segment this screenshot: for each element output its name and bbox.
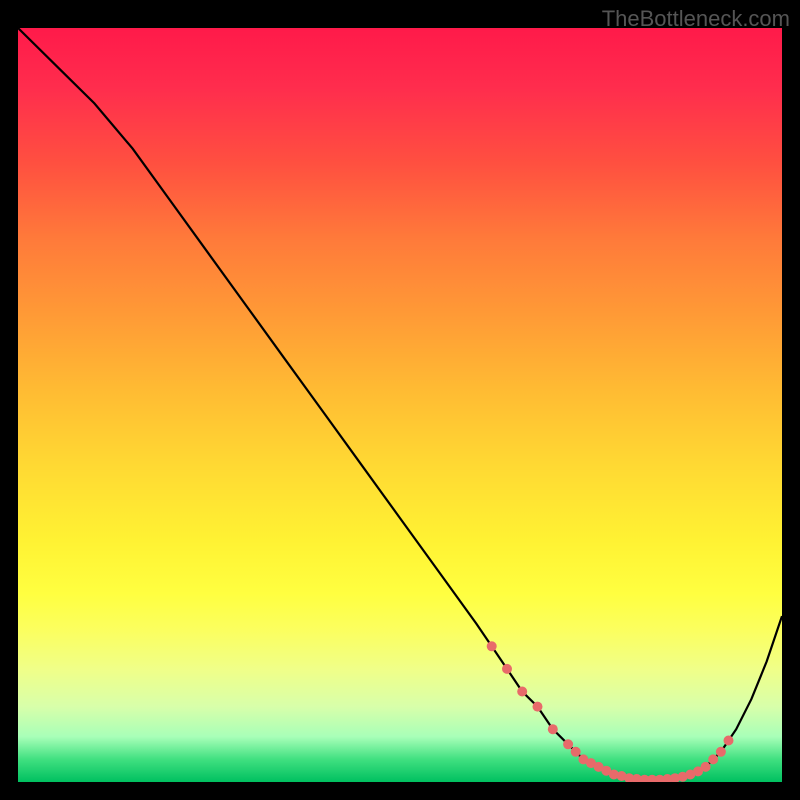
marker-point [724, 736, 734, 746]
plot-area [18, 28, 782, 782]
marker-point [708, 754, 718, 764]
marker-point [487, 641, 497, 651]
marker-point [517, 687, 527, 697]
chart-curve [18, 28, 782, 780]
marker-point [716, 747, 726, 757]
marker-point [502, 664, 512, 674]
marker-point [533, 702, 543, 712]
marker-point [548, 724, 558, 734]
chart-svg [18, 28, 782, 782]
marker-point [563, 739, 573, 749]
marker-point [571, 747, 581, 757]
chart-markers [487, 641, 734, 782]
marker-point [701, 762, 711, 772]
watermark-text: TheBottleneck.com [602, 6, 790, 32]
